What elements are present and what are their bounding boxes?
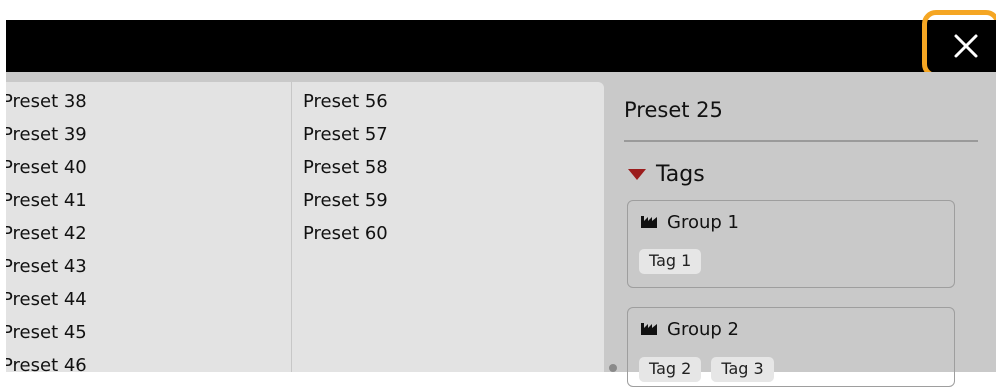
group-name: Group 1	[667, 212, 739, 233]
list-item[interactable]: Preset 57	[303, 123, 603, 156]
list-item[interactable]: Preset 56	[303, 90, 603, 123]
tag-list: Tag 1	[639, 249, 702, 274]
list-item[interactable]: Preset 41	[6, 189, 290, 222]
tag-group: Group 1 Tag 1	[627, 200, 955, 288]
top-bar	[6, 20, 996, 72]
list-item[interactable]: Preset 43	[6, 255, 290, 288]
column-divider	[291, 82, 292, 372]
list-item[interactable]: Preset 60	[303, 222, 603, 255]
preset-title: Preset 25	[624, 98, 723, 122]
tag-chip[interactable]: Tag 2	[639, 357, 702, 382]
list-item[interactable]: Preset 39	[6, 123, 290, 156]
list-item[interactable]: Preset 40	[6, 156, 290, 189]
factory-icon	[641, 320, 657, 339]
factory-icon	[641, 213, 657, 232]
tags-heading: Tags	[656, 162, 705, 187]
tag-chip[interactable]: Tag 1	[639, 249, 702, 274]
list-item[interactable]: Preset 38	[6, 90, 290, 123]
triangle-down-icon	[628, 165, 646, 184]
preset-column-1: Preset 38 Preset 39 Preset 40 Preset 41 …	[6, 90, 290, 372]
close-icon	[953, 33, 979, 59]
tag-chip[interactable]: Tag 3	[711, 357, 774, 382]
list-item[interactable]: Preset 58	[303, 156, 603, 189]
close-button[interactable]	[935, 20, 996, 72]
tag-group-header: Group 2	[641, 319, 739, 340]
tags-section-toggle[interactable]: Tags	[628, 162, 705, 187]
list-item[interactable]: Preset 46	[6, 354, 290, 372]
preset-detail-panel: Preset 25 Tags Group 1 Tag 1 Group 2 Tag…	[624, 72, 996, 387]
divider	[624, 140, 978, 142]
list-item[interactable]: Preset 42	[6, 222, 290, 255]
list-item[interactable]: Preset 59	[303, 189, 603, 222]
list-item[interactable]: Preset 44	[6, 288, 290, 321]
tag-group: Group 2 Tag 2 Tag 3	[627, 307, 955, 387]
tag-group-header: Group 1	[641, 212, 739, 233]
content-area: Preset 38 Preset 39 Preset 40 Preset 41 …	[6, 72, 996, 387]
list-item[interactable]: Preset 45	[6, 321, 290, 354]
preset-list[interactable]: Preset 38 Preset 39 Preset 40 Preset 41 …	[6, 82, 604, 372]
scroll-indicator[interactable]	[609, 364, 617, 372]
tag-list: Tag 2 Tag 3	[639, 357, 774, 382]
preset-column-2: Preset 56 Preset 57 Preset 58 Preset 59 …	[303, 90, 603, 255]
group-name: Group 2	[667, 319, 739, 340]
